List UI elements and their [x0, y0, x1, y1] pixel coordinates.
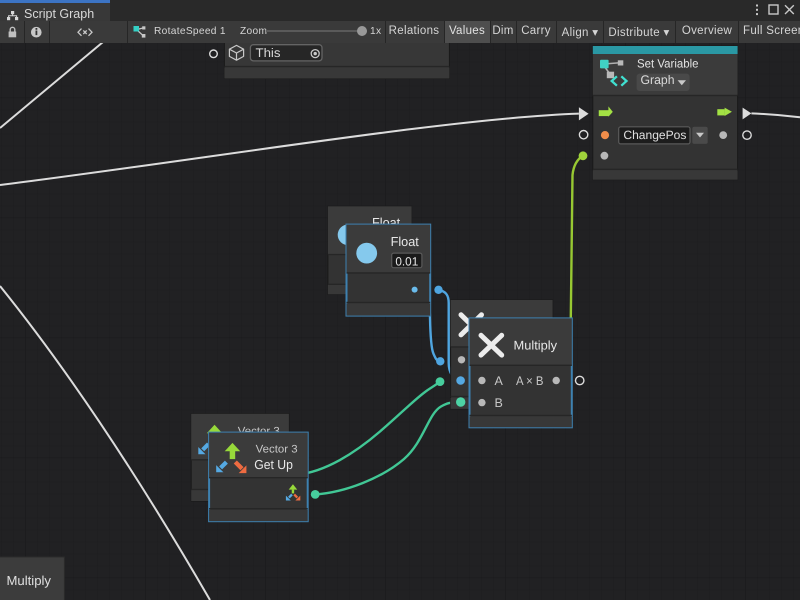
svg-text:This: This	[256, 46, 281, 60]
svg-text:Float: Float	[391, 234, 420, 249]
svg-text:B: B	[495, 396, 503, 410]
svg-text:Graph: Graph	[641, 73, 675, 87]
svg-text:Multiply: Multiply	[7, 573, 52, 588]
svg-text:A × B: A × B	[516, 374, 544, 388]
svg-text:Get Up: Get Up	[254, 457, 293, 472]
svg-text:Multiply: Multiply	[514, 339, 558, 353]
svg-text:ChangePos: ChangePos	[623, 128, 686, 142]
svg-text:0.01: 0.01	[395, 254, 418, 268]
svg-text:Set Variable: Set Variable	[637, 57, 699, 71]
svg-text:Vector 3: Vector 3	[256, 444, 298, 456]
svg-text:A: A	[495, 374, 504, 388]
